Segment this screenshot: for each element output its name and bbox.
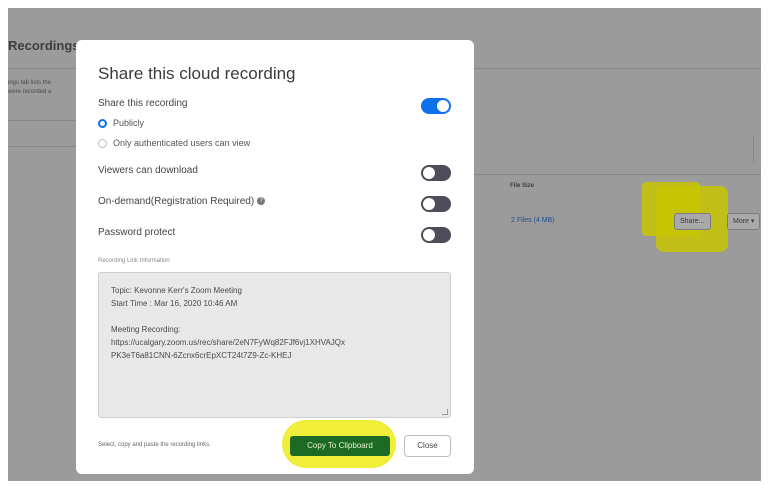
link-line-recording-label: Meeting Recording: — [111, 325, 181, 334]
radio-publicly-label: Publicly — [113, 118, 145, 128]
table-right-edge — [753, 136, 754, 162]
file-size-header: File Size — [510, 183, 535, 189]
more-button[interactable]: More ▾ — [727, 213, 761, 230]
resize-handle-icon[interactable] — [442, 409, 448, 415]
page-title: Recordings — [8, 38, 80, 53]
radio-unselected-icon — [98, 138, 107, 148]
toggle-knob — [437, 100, 449, 112]
radio-authenticated-label: Only authenticated users can view — [113, 138, 251, 148]
table-header-divider — [474, 174, 761, 175]
info-icon[interactable]: ? — [257, 197, 266, 206]
link-line-topic: Topic: Kevonne Kerr's Zoom Meeting — [111, 286, 242, 295]
filter-divider-2 — [8, 146, 78, 147]
password-protect-toggle[interactable] — [421, 227, 451, 243]
page-hint-line-2: were recorded a — [8, 89, 52, 95]
viewers-download-label: Viewers can download — [98, 165, 198, 176]
share-recording-label: Share this recording — [98, 98, 188, 109]
toggle-knob — [423, 229, 435, 241]
viewers-download-toggle[interactable] — [421, 165, 451, 181]
files-link[interactable]: 2 Files (4 MB) — [511, 217, 555, 224]
filter-divider-1 — [8, 120, 78, 121]
link-line-url-1: https://ucalgary.zoom.us/rec/share/2eN7F… — [111, 338, 346, 347]
password-protect-label: Password protect — [98, 227, 176, 238]
on-demand-toggle[interactable] — [421, 196, 451, 212]
recording-link-textarea[interactable]: Topic: Kevonne Kerr's Zoom Meeting Start… — [98, 272, 451, 418]
toggle-knob — [423, 167, 435, 179]
footer-hint: Select, copy and paste the recording lin… — [98, 442, 211, 448]
radio-publicly[interactable]: Publicly — [98, 118, 144, 128]
on-demand-label: On-demand(Registration Required) — [98, 196, 255, 207]
radio-selected-icon — [98, 118, 107, 128]
share-recording-toggle[interactable] — [421, 98, 451, 114]
radio-authenticated[interactable]: Only authenticated users can view — [98, 138, 250, 148]
copy-to-clipboard-button[interactable]: Copy To Clipboard — [290, 436, 390, 456]
dialog-title: Share this cloud recording — [98, 64, 296, 83]
on-demand-row: On-demand(Registration Required)? — [98, 196, 266, 207]
close-button[interactable]: Close — [404, 435, 451, 457]
link-info-label: Recording Link Information — [98, 258, 170, 264]
share-button[interactable]: Share... — [674, 213, 711, 230]
link-line-blank — [111, 310, 438, 323]
share-dialog: Share this cloud recording Share this re… — [76, 40, 474, 474]
page-hint-line-1: ings tab lists the — [8, 80, 52, 86]
link-line-url-2: PK3eT6a81CNN-6Zcnx6crEpXCT24t7Z9-Zc-KHEJ — [111, 351, 292, 360]
link-line-start-time: Start Time : Mar 16, 2020 10:46 AM — [111, 299, 238, 308]
toggle-knob — [423, 198, 435, 210]
